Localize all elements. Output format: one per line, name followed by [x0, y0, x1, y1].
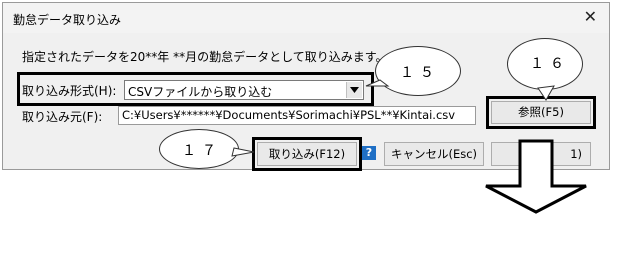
callout-tails [231, 79, 555, 157]
